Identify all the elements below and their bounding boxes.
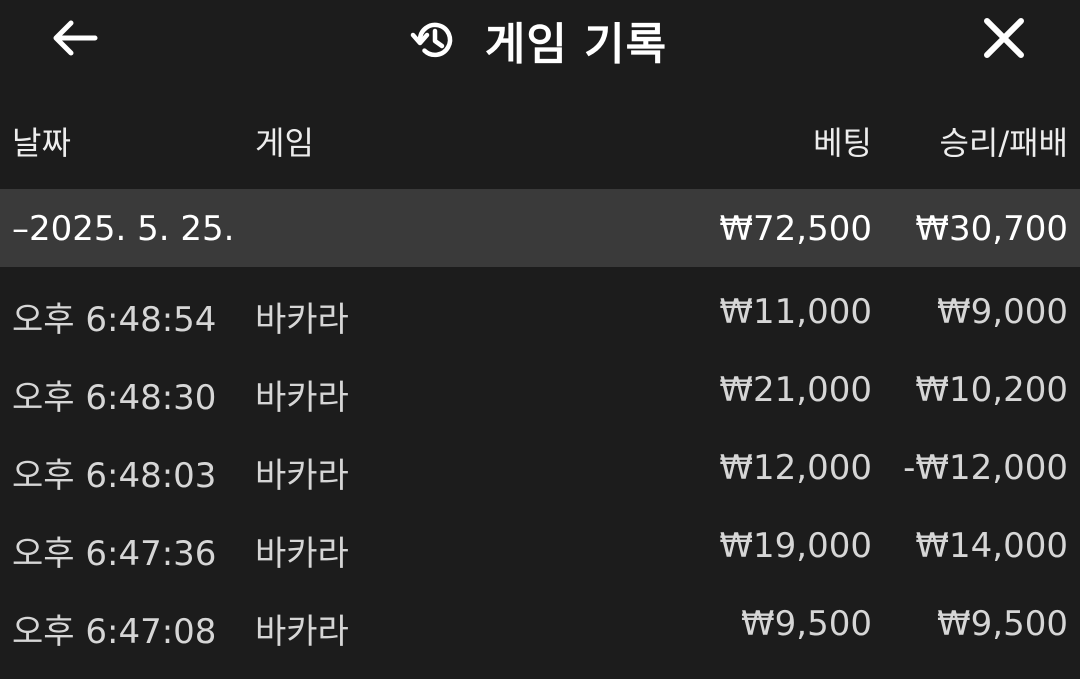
game-history-screen: 게임 기록 날짜 게임 베팅 승리/패배 –2025. 5. 25. ₩72,5…	[0, 0, 1080, 679]
row-bet: ₩12,000	[719, 448, 872, 488]
history-list: 오후 6:48:54 바카라 ₩11,000 ₩9,000 오후 6:48:30…	[0, 276, 1080, 666]
table-row[interactable]: 오후 6:47:08 바카라 ₩9,500 ₩9,500	[0, 588, 1080, 666]
close-button[interactable]	[968, 8, 1040, 72]
table-row[interactable]: 오후 6:48:30 바카라 ₩21,000 ₩10,200	[0, 354, 1080, 432]
history-icon	[409, 15, 459, 65]
row-game: 바카라	[255, 378, 349, 418]
column-header-date: 날짜	[12, 124, 71, 162]
close-icon	[981, 15, 1027, 65]
row-time: 오후 6:48:30	[12, 378, 217, 418]
row-game: 바카라	[255, 300, 349, 340]
row-result: ₩14,000	[915, 526, 1068, 566]
row-game: 바카라	[255, 612, 349, 652]
row-result: ₩9,500	[937, 604, 1068, 644]
row-result: ₩10,200	[915, 370, 1068, 410]
table-row[interactable]: 오후 6:47:36 바카라 ₩19,000 ₩14,000	[0, 510, 1080, 588]
row-game: 바카라	[255, 534, 349, 574]
group-date: –2025. 5. 25.	[12, 209, 235, 249]
row-time: 오후 6:47:36	[12, 534, 217, 574]
table-row[interactable]: 오후 6:48:54 바카라 ₩11,000 ₩9,000	[0, 276, 1080, 354]
group-result-total: ₩30,700	[915, 209, 1068, 249]
column-header-game: 게임	[255, 124, 314, 162]
title-group: 게임 기록	[0, 0, 1080, 80]
row-result: ₩9,000	[937, 292, 1068, 332]
row-game: 바카라	[255, 456, 349, 496]
row-bet: ₩9,500	[741, 604, 872, 644]
back-button[interactable]	[40, 10, 110, 70]
row-bet: ₩11,000	[719, 292, 872, 332]
group-bet-total: ₩72,500	[719, 209, 872, 249]
row-time: 오후 6:48:03	[12, 456, 217, 496]
row-time: 오후 6:48:54	[12, 300, 217, 340]
row-time: 오후 6:47:08	[12, 612, 217, 652]
row-result: -₩12,000	[903, 448, 1068, 488]
row-bet: ₩21,000	[719, 370, 872, 410]
header: 게임 기록	[0, 0, 1080, 86]
page-title: 게임 기록	[484, 19, 668, 70]
table-row[interactable]: 오후 6:48:03 바카라 ₩12,000 -₩12,000	[0, 432, 1080, 510]
column-header-result: 승리/패배	[939, 124, 1068, 162]
date-group-row[interactable]: –2025. 5. 25. ₩72,500 ₩30,700	[0, 189, 1080, 267]
column-header-bet: 베팅	[813, 124, 872, 162]
table-header: 날짜 게임 베팅 승리/패배	[0, 118, 1080, 188]
row-bet: ₩19,000	[719, 526, 872, 566]
arrow-left-icon	[51, 18, 99, 62]
